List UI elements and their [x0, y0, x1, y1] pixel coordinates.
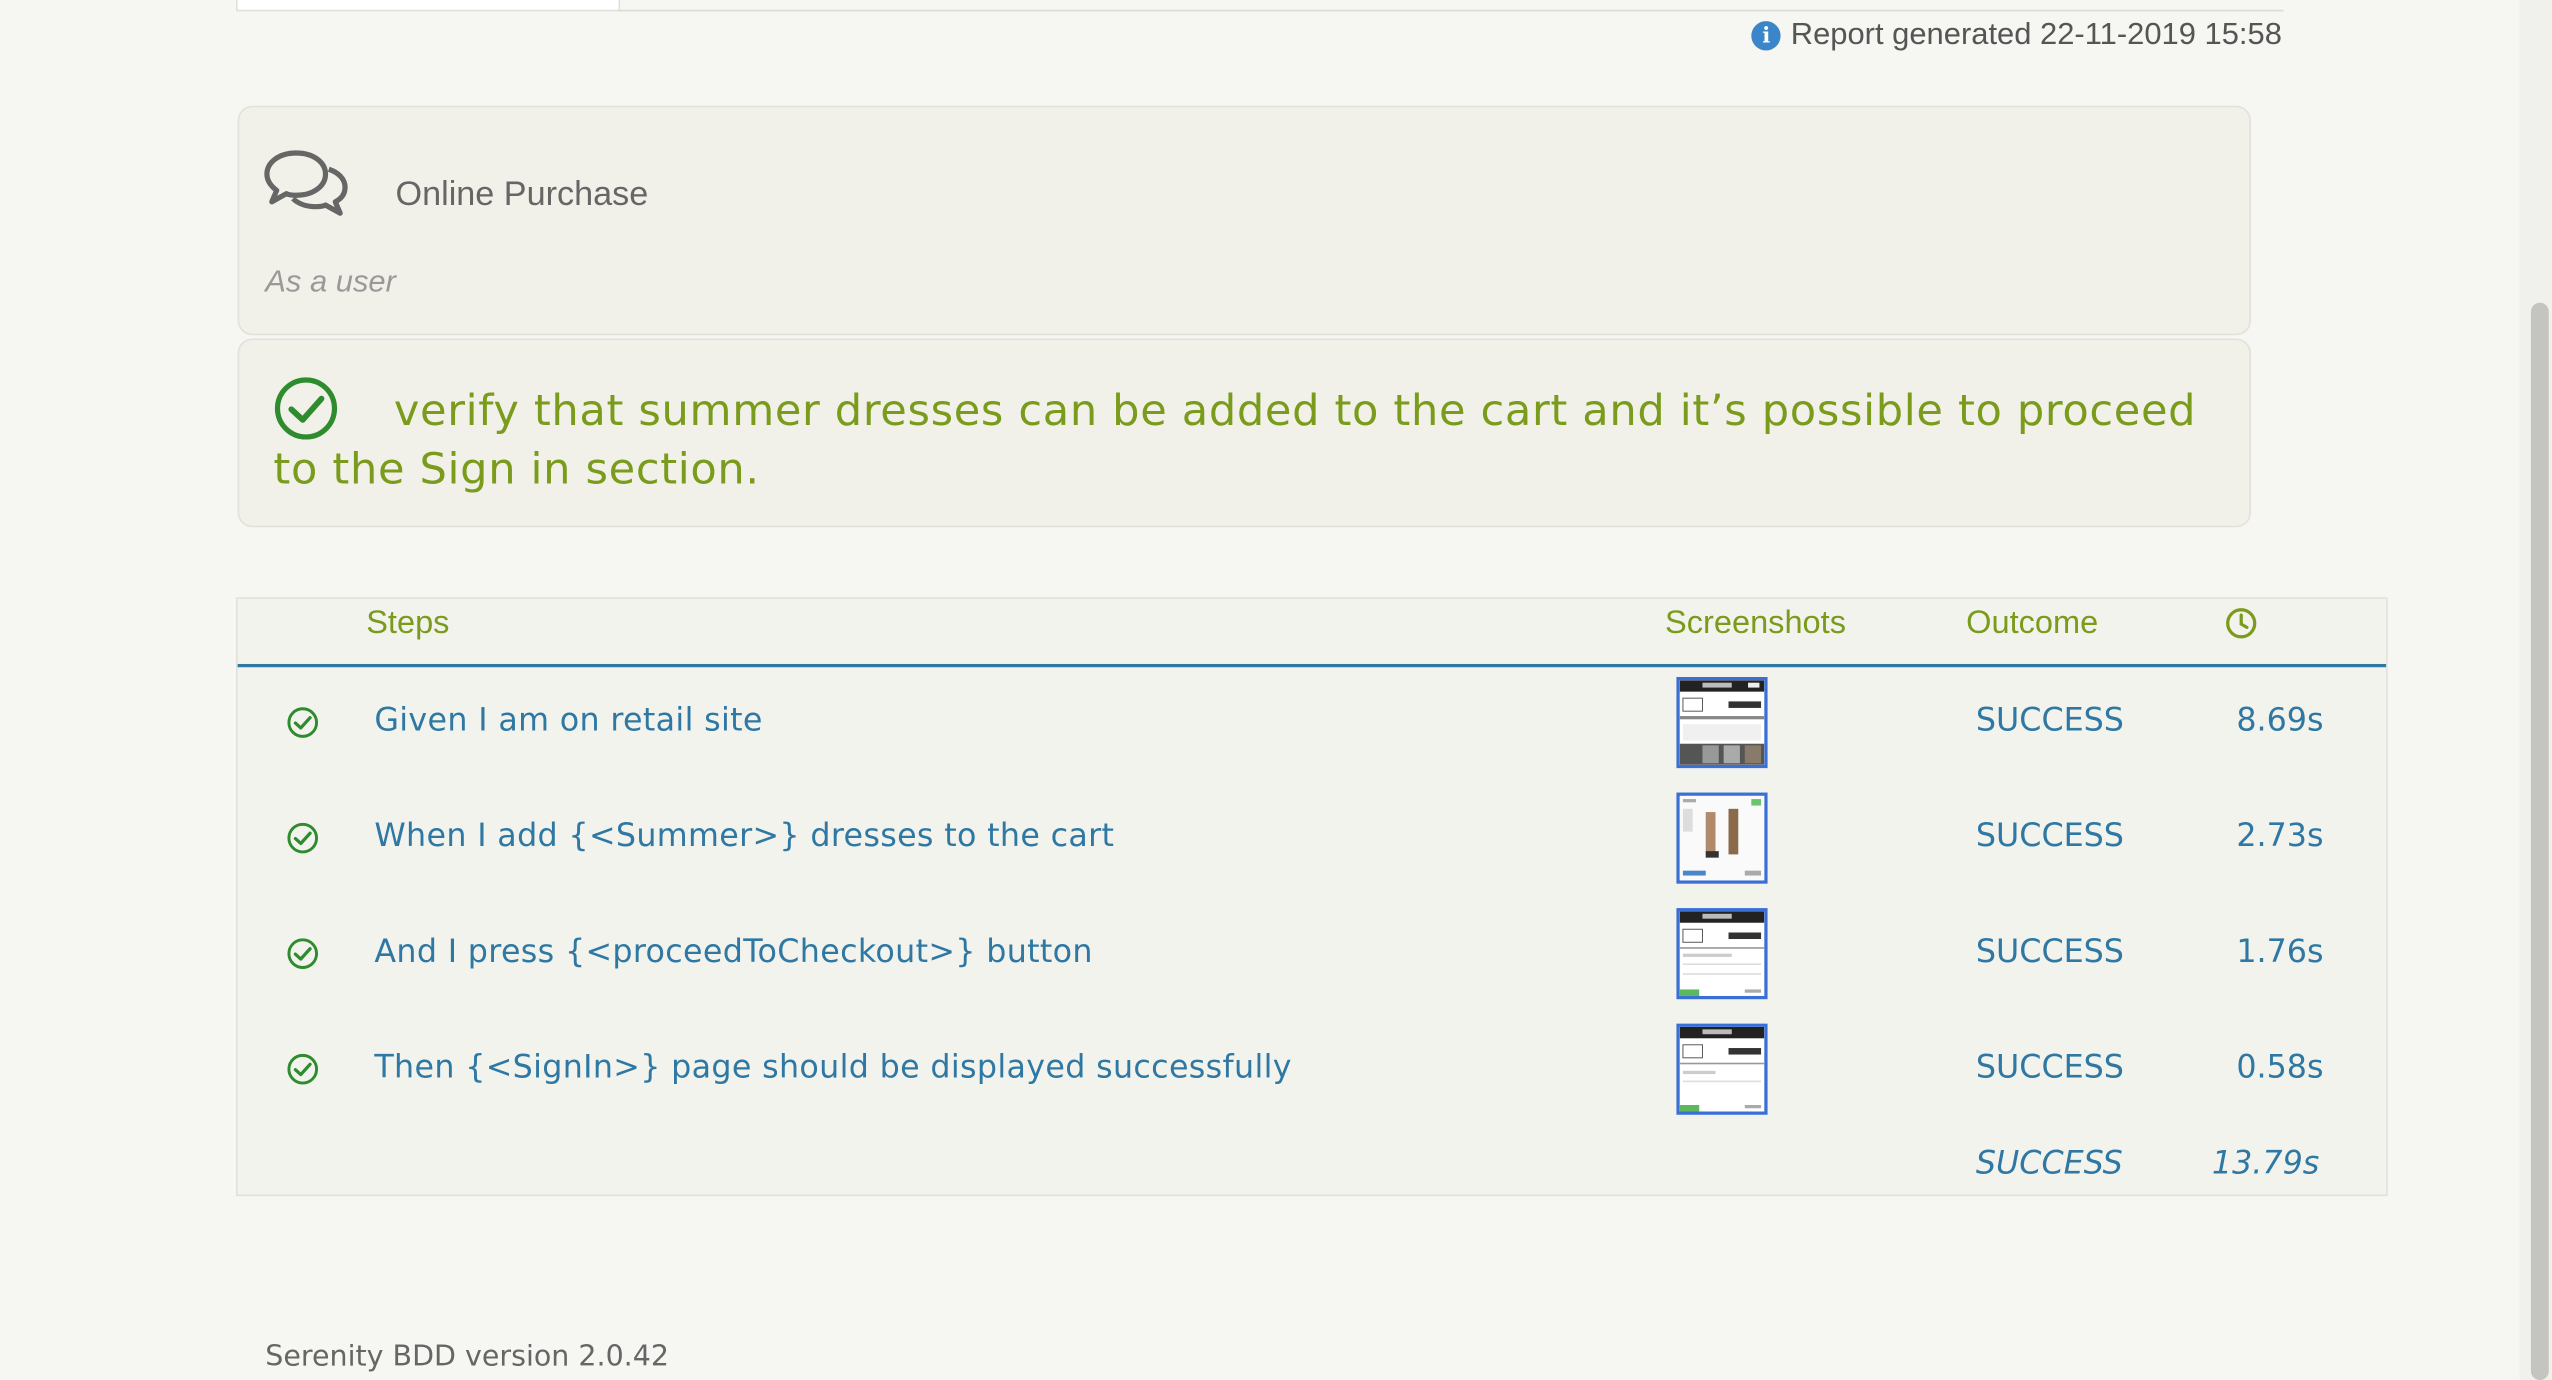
screenshot-thumbnail[interactable]: [1676, 676, 1768, 769]
step-description[interactable]: When I add {<Summer>} dresses to the car…: [374, 817, 1114, 854]
screenshot-image: [1679, 795, 1765, 881]
screenshot-thumbnail[interactable]: [1676, 1023, 1768, 1115]
report-generated-text: Report generated 22-11-2019 15:58: [1790, 17, 2282, 53]
steps-table: Steps Screenshots Outcome Given I am on …: [236, 597, 2388, 1197]
screenshot-image: [1679, 911, 1765, 996]
header-steps: Steps: [366, 605, 450, 642]
header-outcome: Outcome: [1966, 605, 2099, 642]
footer-version: Serenity BDD version 2.0.42: [265, 1340, 669, 1374]
scenario-panel: verify that summer dresses can be added …: [237, 338, 2251, 528]
step-duration: 1.76s: [2236, 932, 2324, 970]
feature-narrative: As a user: [265, 265, 396, 300]
screenshot-thumbnail[interactable]: [1676, 908, 1768, 1000]
step-outcome: SUCCESS: [1975, 932, 2124, 970]
info-icon: i: [1751, 21, 1781, 51]
step-outcome: SUCCESS: [1975, 701, 2124, 739]
steps-table-header: Steps Screenshots Outcome: [237, 599, 2387, 668]
scenario-title: verify that summer dresses can be added …: [273, 376, 2210, 500]
step-description[interactable]: And I press {<proceedToCheckout>} button: [374, 933, 1093, 970]
report-page: i Report generated 22-11-2019 15:58 Onli…: [0, 0, 2552, 1380]
screenshot-image: [1679, 1026, 1765, 1112]
check-circle-icon: [287, 938, 319, 969]
scenario-title-text: verify that summer dresses can be added …: [273, 385, 2197, 495]
step-outcome: SUCCESS: [1975, 816, 2124, 855]
tab-bar: [236, 0, 2284, 12]
check-circle-icon: [274, 377, 338, 440]
table-row: Given I am on retail site SUCCESS 8.69s: [238, 676, 2386, 775]
table-row: And I press {<proceedToCheckout>} button…: [238, 908, 2386, 1006]
step-outcome: SUCCESS: [1975, 1048, 2124, 1086]
tab-active[interactable]: [236, 0, 621, 12]
step-duration: 8.69s: [2236, 701, 2324, 739]
step-duration: 2.73s: [2236, 816, 2324, 855]
step-description[interactable]: Then {<SignIn>} page should be displayed…: [374, 1048, 1292, 1085]
table-row: Then {<SignIn>} page should be displayed…: [238, 1023, 2386, 1122]
chat-bubbles-icon: [264, 150, 348, 216]
scrollbar-thumb[interactable]: [2530, 302, 2549, 1380]
clock-icon: [2226, 608, 2257, 639]
step-duration: 0.58s: [2236, 1048, 2324, 1086]
feature-panel: Online Purchase As a user: [237, 105, 2251, 336]
screenshot-image: [1679, 680, 1765, 765]
table-row: When I add {<Summer>} dresses to the car…: [238, 792, 2386, 891]
report-generated: i Report generated 22-11-2019 15:58: [1751, 16, 2282, 55]
total-duration: 13.79s: [2211, 1144, 2320, 1182]
screenshot-thumbnail[interactable]: [1676, 792, 1768, 884]
feature-title: Online Purchase: [395, 175, 649, 214]
tab-rule: [616, 9, 2284, 12]
check-circle-icon: [287, 822, 319, 854]
check-circle-icon: [287, 707, 319, 738]
check-circle-icon: [287, 1053, 319, 1085]
header-screenshots: Screenshots: [1665, 605, 1846, 642]
step-description[interactable]: Given I am on retail site: [374, 701, 762, 738]
total-outcome: SUCCESS: [1975, 1144, 2123, 1182]
